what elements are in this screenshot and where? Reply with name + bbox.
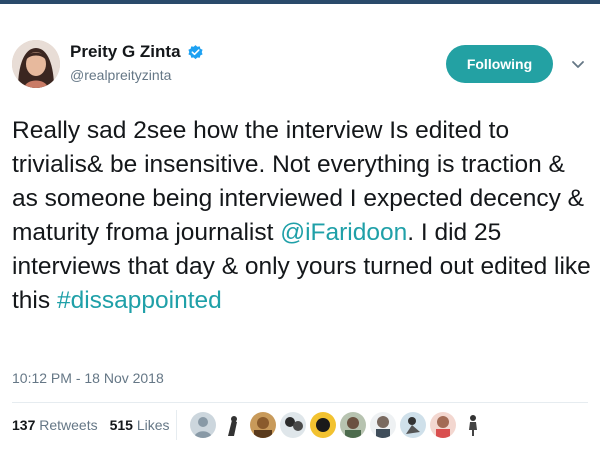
liker-avatar[interactable] — [280, 412, 306, 438]
retweets-count: 137 — [12, 417, 36, 433]
likes-label: Likes — [136, 417, 170, 433]
chevron-down-icon[interactable] — [570, 56, 586, 72]
user-name-row: Preity G Zinta — [70, 42, 204, 62]
liker-avatar-default[interactable] — [190, 412, 216, 438]
liker-avatar[interactable] — [310, 412, 336, 438]
verified-badge-icon — [187, 44, 203, 59]
liker-avatar[interactable] — [430, 412, 456, 438]
tweet-stats: 137 Retweets 515 Likes — [12, 417, 170, 433]
liker-avatar[interactable] — [370, 412, 396, 438]
liker-avatar[interactable] — [250, 412, 276, 438]
liker-avatar[interactable] — [220, 412, 246, 438]
profile-photo — [12, 40, 60, 88]
liker-avatar[interactable] — [340, 412, 366, 438]
avatar[interactable] — [12, 40, 60, 88]
tweet-timestamp[interactable]: 10:12 PM - 18 Nov 2018 — [12, 370, 164, 386]
likes-count: 515 — [109, 417, 133, 433]
retweets-stat[interactable]: 137 Retweets — [12, 417, 98, 433]
divider — [12, 402, 588, 403]
user-handle[interactable]: @realpreityzinta — [70, 67, 171, 83]
retweets-label: Retweets — [39, 417, 98, 433]
following-button[interactable]: Following — [446, 45, 553, 83]
user-name[interactable]: Preity G Zinta — [70, 42, 181, 62]
liker-avatar[interactable] — [460, 412, 486, 438]
hashtag-link[interactable]: #dissappointed — [57, 287, 222, 314]
liker-avatar[interactable] — [400, 412, 426, 438]
tweet-text: Really sad 2see how the interview Is edi… — [12, 114, 597, 318]
stats-divider — [176, 410, 177, 440]
liker-avatars — [190, 412, 486, 438]
mention-link[interactable]: @iFaridoon — [280, 219, 407, 246]
likes-stat[interactable]: 515 Likes — [110, 417, 170, 433]
top-band — [0, 0, 600, 4]
